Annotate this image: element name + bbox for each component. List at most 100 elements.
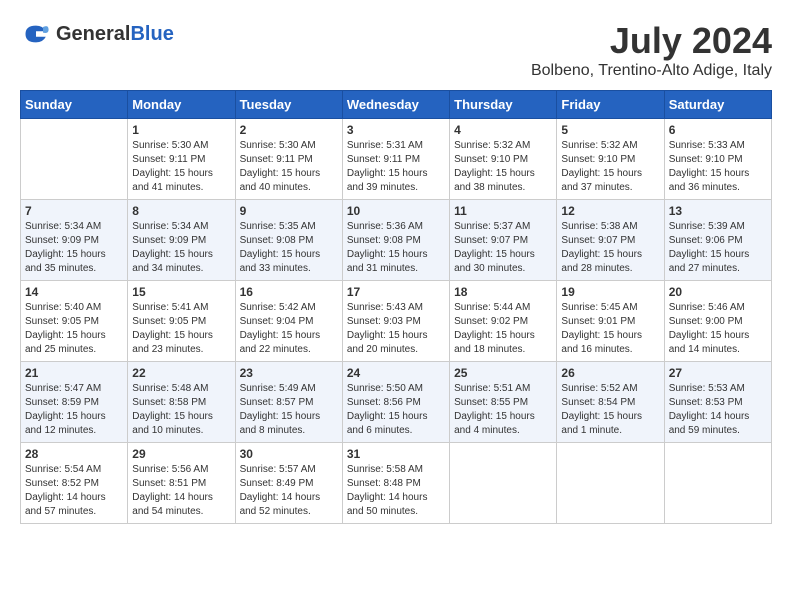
day-number: 6: [669, 123, 767, 137]
calendar-cell: 22 Sunrise: 5:48 AMSunset: 8:58 PMDayligh…: [128, 362, 235, 443]
day-info: Sunrise: 5:40 AMSunset: 9:05 PMDaylight:…: [25, 301, 123, 357]
page-header: GeneralBlue July 2024 Bolbeno, Trentino-…: [20, 20, 772, 80]
logo-text: GeneralBlue: [56, 23, 174, 45]
calendar-table: SundayMondayTuesdayWednesdayThursdayFrid…: [20, 90, 772, 524]
calendar-cell: 20 Sunrise: 5:46 AMSunset: 9:00 PMDayligh…: [664, 281, 771, 362]
day-number: 5: [561, 123, 659, 137]
calendar-cell: 2 Sunrise: 5:30 AMSunset: 9:11 PMDaylight…: [235, 119, 342, 200]
weekday-header-saturday: Saturday: [664, 91, 771, 119]
day-info: Sunrise: 5:57 AMSunset: 8:49 PMDaylight:…: [240, 463, 338, 519]
day-number: 17: [347, 285, 445, 299]
calendar-cell: 28Sunrise: 5:54 AMSunset: 8:52 PMDayligh…: [21, 443, 128, 524]
calendar-cell: 5 Sunrise: 5:32 AMSunset: 9:10 PMDaylight…: [557, 119, 664, 200]
calendar-week-1: 1 Sunrise: 5:30 AMSunset: 9:11 PMDaylight…: [21, 119, 772, 200]
day-info: Sunrise: 5:43 AMSunset: 9:03 PMDaylight:…: [347, 301, 445, 357]
day-number: 1: [132, 123, 230, 137]
day-info: Sunrise: 5:51 AMSunset: 8:55 PMDaylight:…: [454, 382, 552, 438]
day-info: Sunrise: 5:39 AMSunset: 9:06 PMDaylight:…: [669, 220, 767, 276]
day-number: 4: [454, 123, 552, 137]
day-info: Sunrise: 5:30 AMSunset: 9:11 PMDaylight:…: [240, 139, 338, 195]
calendar-cell: [450, 443, 557, 524]
calendar-cell: 27Sunrise: 5:53 AMSunset: 8:53 PMDayligh…: [664, 362, 771, 443]
calendar-cell: 9 Sunrise: 5:35 AMSunset: 9:08 PMDaylight…: [235, 200, 342, 281]
day-info: Sunrise: 5:50 AMSunset: 8:56 PMDaylight:…: [347, 382, 445, 438]
calendar-cell: 23Sunrise: 5:49 AMSunset: 8:57 PMDayligh…: [235, 362, 342, 443]
title-block: July 2024 Bolbeno, Trentino-Alto Adige, …: [531, 20, 772, 80]
calendar-week-2: 7 Sunrise: 5:34 AMSunset: 9:09 PMDaylight…: [21, 200, 772, 281]
day-info: Sunrise: 5:33 AMSunset: 9:10 PMDaylight:…: [669, 139, 767, 195]
weekday-header-thursday: Thursday: [450, 91, 557, 119]
day-number: 22: [132, 366, 230, 380]
day-number: 23: [240, 366, 338, 380]
day-info: Sunrise: 5:34 AMSunset: 9:09 PMDaylight:…: [25, 220, 123, 276]
calendar-cell: 10 Sunrise: 5:36 AMSunset: 9:08 PMDayligh…: [342, 200, 449, 281]
weekday-header-monday: Monday: [128, 91, 235, 119]
day-number: 3: [347, 123, 445, 137]
day-number: 13: [669, 204, 767, 218]
day-info: Sunrise: 5:54 AMSunset: 8:52 PMDaylight:…: [25, 463, 123, 519]
day-number: 19: [561, 285, 659, 299]
calendar-cell: [664, 443, 771, 524]
weekday-header-wednesday: Wednesday: [342, 91, 449, 119]
day-number: 24: [347, 366, 445, 380]
day-info: Sunrise: 5:35 AMSunset: 9:08 PMDaylight:…: [240, 220, 338, 276]
calendar-cell: 4 Sunrise: 5:32 AMSunset: 9:10 PMDaylight…: [450, 119, 557, 200]
day-number: 11: [454, 204, 552, 218]
day-number: 15: [132, 285, 230, 299]
calendar-cell: 21 Sunrise: 5:47 AMSunset: 8:59 PMDayligh…: [21, 362, 128, 443]
weekday-header-row: SundayMondayTuesdayWednesdayThursdayFrid…: [21, 91, 772, 119]
day-info: Sunrise: 5:34 AMSunset: 9:09 PMDaylight:…: [132, 220, 230, 276]
logo: GeneralBlue: [20, 20, 174, 48]
weekday-header-sunday: Sunday: [21, 91, 128, 119]
day-info: Sunrise: 5:53 AMSunset: 8:53 PMDaylight:…: [669, 382, 767, 438]
calendar-cell: 8 Sunrise: 5:34 AMSunset: 9:09 PMDaylight…: [128, 200, 235, 281]
day-info: Sunrise: 5:41 AMSunset: 9:05 PMDaylight:…: [132, 301, 230, 357]
calendar-cell: 14 Sunrise: 5:40 AMSunset: 9:05 PMDayligh…: [21, 281, 128, 362]
logo-icon: [22, 20, 50, 48]
calendar-cell: 16Sunrise: 5:42 AMSunset: 9:04 PMDayligh…: [235, 281, 342, 362]
day-number: 7: [25, 204, 123, 218]
day-info: Sunrise: 5:32 AMSunset: 9:10 PMDaylight:…: [561, 139, 659, 195]
calendar-cell: 26 Sunrise: 5:52 AMSunset: 8:54 PMDayligh…: [557, 362, 664, 443]
calendar-cell: 18Sunrise: 5:44 AMSunset: 9:02 PMDayligh…: [450, 281, 557, 362]
calendar-cell: 29Sunrise: 5:56 AMSunset: 8:51 PMDayligh…: [128, 443, 235, 524]
calendar-cell: 31 Sunrise: 5:58 AMSunset: 8:48 PMDayligh…: [342, 443, 449, 524]
day-number: 31: [347, 447, 445, 461]
calendar-cell: 6 Sunrise: 5:33 AMSunset: 9:10 PMDaylight…: [664, 119, 771, 200]
day-info: Sunrise: 5:30 AMSunset: 9:11 PMDaylight:…: [132, 139, 230, 195]
calendar-week-5: 28Sunrise: 5:54 AMSunset: 8:52 PMDayligh…: [21, 443, 772, 524]
day-number: 14: [25, 285, 123, 299]
day-number: 2: [240, 123, 338, 137]
day-number: 8: [132, 204, 230, 218]
calendar-cell: 1 Sunrise: 5:30 AMSunset: 9:11 PMDaylight…: [128, 119, 235, 200]
day-info: Sunrise: 5:58 AMSunset: 8:48 PMDaylight:…: [347, 463, 445, 519]
calendar-cell: [21, 119, 128, 200]
calendar-cell: 13 Sunrise: 5:39 AMSunset: 9:06 PMDayligh…: [664, 200, 771, 281]
calendar-cell: 15 Sunrise: 5:41 AMSunset: 9:05 PMDayligh…: [128, 281, 235, 362]
calendar-cell: 12 Sunrise: 5:38 AMSunset: 9:07 PMDayligh…: [557, 200, 664, 281]
day-info: Sunrise: 5:47 AMSunset: 8:59 PMDaylight:…: [25, 382, 123, 438]
day-info: Sunrise: 5:31 AMSunset: 9:11 PMDaylight:…: [347, 139, 445, 195]
calendar-header: SundayMondayTuesdayWednesdayThursdayFrid…: [21, 91, 772, 119]
day-info: Sunrise: 5:45 AMSunset: 9:01 PMDaylight:…: [561, 301, 659, 357]
day-info: Sunrise: 5:37 AMSunset: 9:07 PMDaylight:…: [454, 220, 552, 276]
day-number: 12: [561, 204, 659, 218]
day-info: Sunrise: 5:32 AMSunset: 9:10 PMDaylight:…: [454, 139, 552, 195]
day-info: Sunrise: 5:48 AMSunset: 8:58 PMDaylight:…: [132, 382, 230, 438]
calendar-week-3: 14 Sunrise: 5:40 AMSunset: 9:05 PMDayligh…: [21, 281, 772, 362]
day-info: Sunrise: 5:46 AMSunset: 9:00 PMDaylight:…: [669, 301, 767, 357]
day-number: 21: [25, 366, 123, 380]
day-info: Sunrise: 5:36 AMSunset: 9:08 PMDaylight:…: [347, 220, 445, 276]
day-info: Sunrise: 5:38 AMSunset: 9:07 PMDaylight:…: [561, 220, 659, 276]
day-number: 26: [561, 366, 659, 380]
day-number: 25: [454, 366, 552, 380]
calendar-cell: 19 Sunrise: 5:45 AMSunset: 9:01 PMDayligh…: [557, 281, 664, 362]
day-number: 9: [240, 204, 338, 218]
day-number: 10: [347, 204, 445, 218]
calendar-cell: 24 Sunrise: 5:50 AMSunset: 8:56 PMDayligh…: [342, 362, 449, 443]
day-info: Sunrise: 5:42 AMSunset: 9:04 PMDaylight:…: [240, 301, 338, 357]
day-info: Sunrise: 5:52 AMSunset: 8:54 PMDaylight:…: [561, 382, 659, 438]
day-number: 20: [669, 285, 767, 299]
day-info: Sunrise: 5:44 AMSunset: 9:02 PMDaylight:…: [454, 301, 552, 357]
calendar-cell: 25 Sunrise: 5:51 AMSunset: 8:55 PMDayligh…: [450, 362, 557, 443]
